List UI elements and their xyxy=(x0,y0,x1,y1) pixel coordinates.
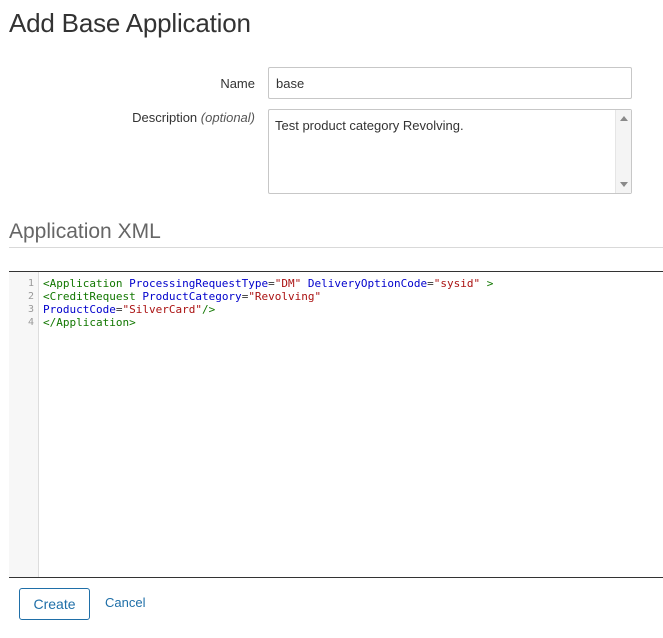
description-text: Test product category Revolving. xyxy=(275,118,464,133)
description-textarea[interactable]: Test product category Revolving. xyxy=(268,109,632,194)
code-token: ProductCategory xyxy=(142,290,242,303)
code-token: <CreditRequest xyxy=(43,290,143,303)
code-token: ProcessingRequestType xyxy=(129,277,269,290)
code-token: <Application xyxy=(43,277,130,290)
name-label-text: Name xyxy=(220,76,255,91)
scroll-down-icon[interactable] xyxy=(620,182,628,187)
section-divider xyxy=(9,247,663,248)
code-token: "SilverCard" xyxy=(122,303,202,316)
code-token: "Revolving" xyxy=(248,290,322,303)
code-token: = xyxy=(268,277,275,290)
line-number: 2 xyxy=(27,291,34,302)
code-line: ProductCode="SilverCard"/> xyxy=(43,303,215,316)
code-token: "DM" xyxy=(274,277,302,290)
code-line: <Application ProcessingRequestType="DM" … xyxy=(43,277,493,290)
code-token: = xyxy=(427,277,434,290)
code-token: DeliveryOptionCode xyxy=(307,277,428,290)
code-line: <CreditRequest ProductCategory="Revolvin… xyxy=(43,290,321,303)
name-input[interactable] xyxy=(268,67,632,99)
code-line: </Application> xyxy=(43,316,136,329)
page-title: Add Base Application xyxy=(9,8,251,38)
line-number: 1 xyxy=(27,278,34,289)
description-label-text: Description xyxy=(132,110,198,125)
section-title: Application XML xyxy=(9,220,161,243)
code-token: ProductCode xyxy=(43,303,116,316)
description-label: Description (optional) xyxy=(100,110,255,125)
line-number: 4 xyxy=(27,317,34,328)
cancel-link[interactable]: Cancel xyxy=(105,595,145,610)
name-label: Name xyxy=(160,76,255,91)
code-token: </Application> xyxy=(43,316,136,329)
optional-hint: (optional) xyxy=(200,110,255,125)
description-scrollbar[interactable] xyxy=(615,110,631,193)
code-token: > xyxy=(480,277,494,290)
code-token: /> xyxy=(201,303,216,316)
create-button[interactable]: Create xyxy=(19,588,90,620)
xml-code-editor[interactable]: 1234 <Application ProcessingRequestType=… xyxy=(9,271,663,578)
scroll-up-icon[interactable] xyxy=(620,116,628,121)
code-token: "sysid" xyxy=(433,277,481,290)
line-number: 3 xyxy=(27,304,34,315)
line-number-gutter: 1 2 3 4 xyxy=(9,272,39,577)
